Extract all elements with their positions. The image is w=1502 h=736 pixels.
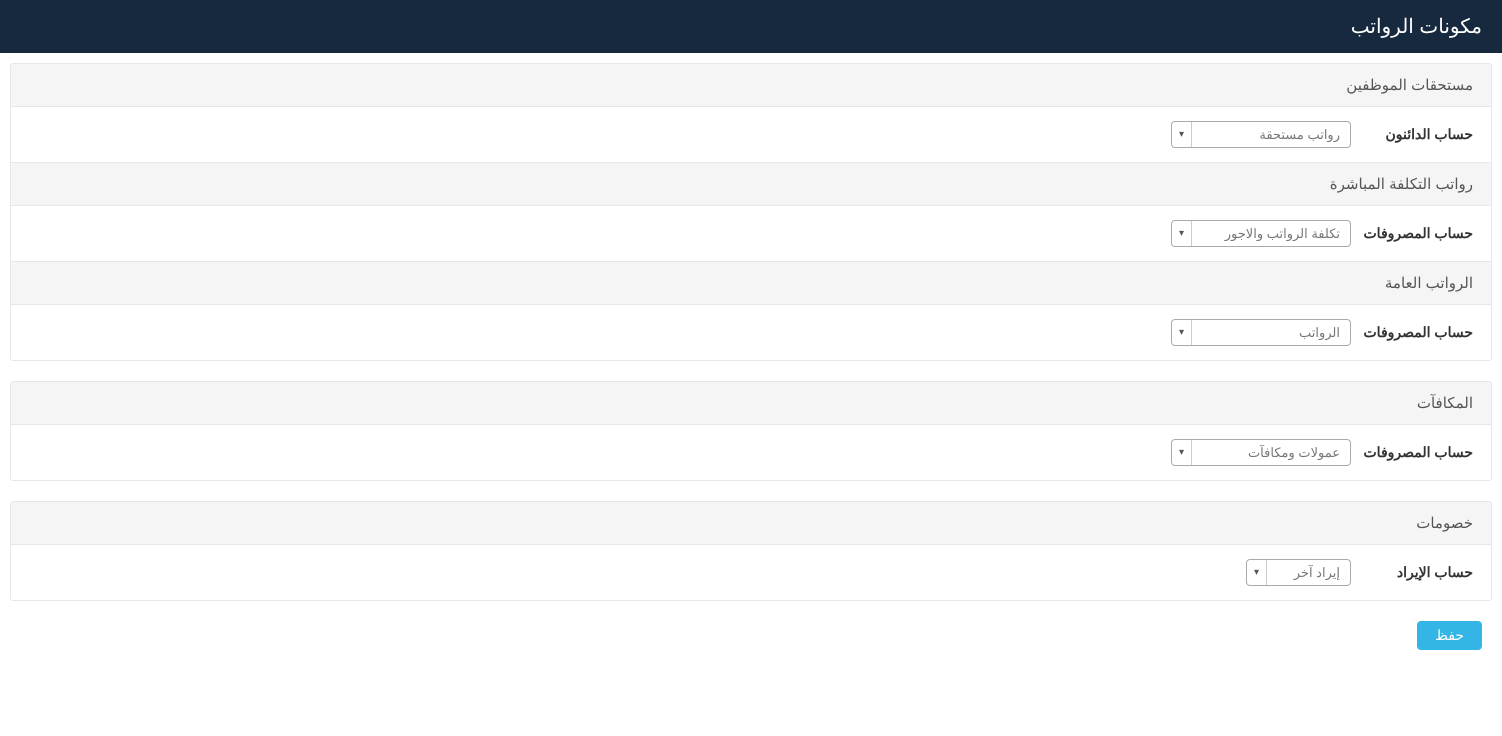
select-expense-general-wrapper: الرواتب ▾ bbox=[1171, 319, 1351, 346]
label-revenue-account: حساب الإيراد bbox=[1363, 564, 1473, 581]
label-expense-bonus: حساب المصروفات bbox=[1363, 444, 1473, 461]
section-header-bonuses: المكافآت bbox=[11, 382, 1491, 425]
panel-deductions: خصومات حساب الإيراد إيراد آخر ▾ bbox=[10, 501, 1492, 601]
form-row-expense-general: حساب المصروفات الرواتب ▾ bbox=[11, 305, 1491, 360]
label-expense-general: حساب المصروفات bbox=[1363, 324, 1473, 341]
select-expense-direct[interactable]: تكلفة الرواتب والاجور bbox=[1171, 220, 1351, 247]
form-row-creditor-account: حساب الدائنون رواتب مستحقة ▾ bbox=[11, 107, 1491, 162]
section-header-direct-cost: رواتب التكلفة المباشرة bbox=[11, 162, 1491, 206]
select-revenue-account-wrapper: إيراد آخر ▾ bbox=[1246, 559, 1351, 586]
select-revenue-account[interactable]: إيراد آخر bbox=[1246, 559, 1351, 586]
page-header: مكونات الرواتب bbox=[0, 0, 1502, 53]
main-container: مستحقات الموظفين حساب الدائنون رواتب مست… bbox=[0, 53, 1502, 680]
panel-employee-dues: مستحقات الموظفين حساب الدائنون رواتب مست… bbox=[10, 63, 1492, 361]
section-header-employee-dues: مستحقات الموظفين bbox=[11, 64, 1491, 107]
select-expense-general[interactable]: الرواتب bbox=[1171, 319, 1351, 346]
form-row-expense-direct: حساب المصروفات تكلفة الرواتب والاجور ▾ bbox=[11, 206, 1491, 261]
page-title: مكونات الرواتب bbox=[1351, 16, 1482, 38]
select-creditor-account[interactable]: رواتب مستحقة bbox=[1171, 121, 1351, 148]
panel-bonuses: المكافآت حساب المصروفات عمولات ومكافآت ▾ bbox=[10, 381, 1492, 481]
label-expense-direct: حساب المصروفات bbox=[1363, 225, 1473, 242]
label-creditor-account: حساب الدائنون bbox=[1363, 126, 1473, 143]
form-row-revenue-account: حساب الإيراد إيراد آخر ▾ bbox=[11, 545, 1491, 600]
form-row-expense-bonus: حساب المصروفات عمولات ومكافآت ▾ bbox=[11, 425, 1491, 480]
select-expense-bonus-wrapper: عمولات ومكافآت ▾ bbox=[1171, 439, 1351, 466]
section-header-general-salaries: الرواتب العامة bbox=[11, 261, 1491, 305]
select-expense-direct-wrapper: تكلفة الرواتب والاجور ▾ bbox=[1171, 220, 1351, 247]
select-creditor-account-wrapper: رواتب مستحقة ▾ bbox=[1171, 121, 1351, 148]
actions-row: حفظ bbox=[10, 621, 1492, 670]
select-expense-bonus[interactable]: عمولات ومكافآت bbox=[1171, 439, 1351, 466]
section-header-deductions: خصومات bbox=[11, 502, 1491, 545]
save-button[interactable]: حفظ bbox=[1417, 621, 1482, 650]
